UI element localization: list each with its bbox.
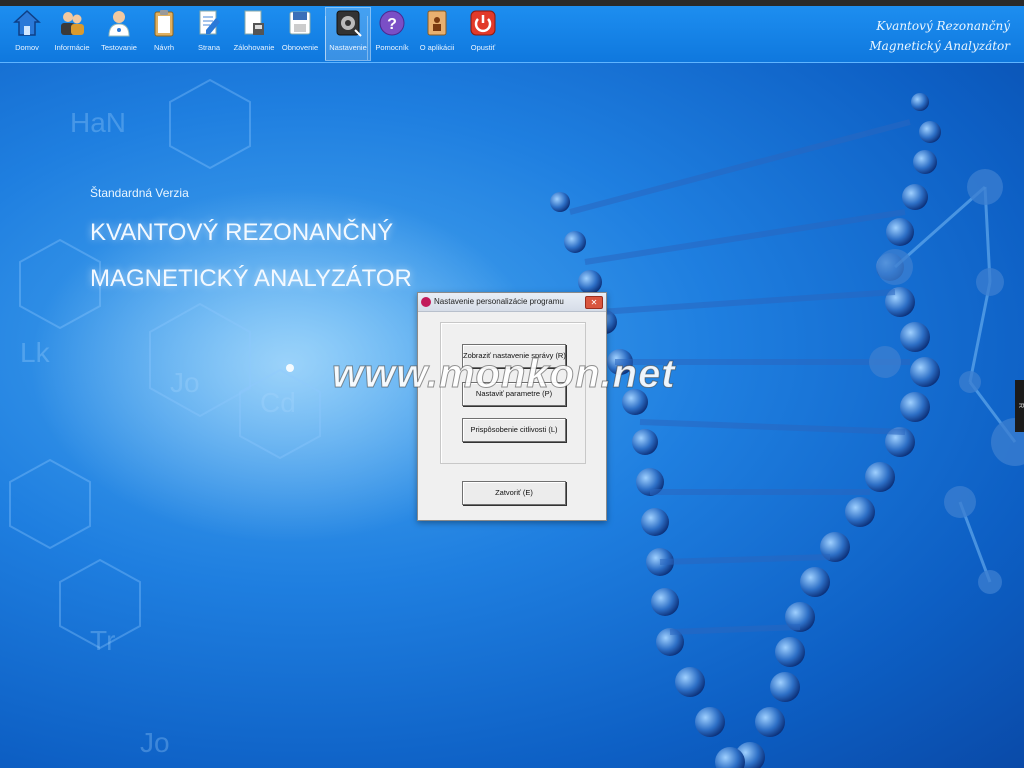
svg-text:Jo: Jo xyxy=(140,727,170,758)
settings-icon xyxy=(336,10,362,37)
edition-label: Štandardná Verzia xyxy=(90,186,189,200)
main-toolbar: Domov Informácie Testovanie Návrh Strana… xyxy=(0,6,1024,63)
svg-text:Jo: Jo xyxy=(170,367,200,398)
clipboard-icon xyxy=(154,10,174,37)
hero-title-line-1: KVANTOVÝ REZONANČNÝ xyxy=(90,219,394,246)
toolbar-home-button[interactable]: Domov xyxy=(5,8,49,60)
toolbar-exit-button[interactable]: Opustiť xyxy=(461,8,505,60)
svg-text:Cd: Cd xyxy=(260,387,296,418)
toolbar-about-label: O aplikácii xyxy=(419,43,455,52)
toolbar-backup-button[interactable]: Zálohovanie xyxy=(232,8,276,60)
brand-title: Kvantový Rezonančný Magnetický Analyzáto… xyxy=(869,16,1010,56)
toolbar-exit-label: Opustiť xyxy=(470,43,496,52)
toolbar-testing-button[interactable]: Testovanie xyxy=(97,8,141,60)
dialog-title-bar: Nastavenie personalizácie programu ✕ xyxy=(418,293,606,312)
brand-line-2: Magnetický Analyzátor xyxy=(869,39,1010,53)
dialog-title: Nastavenie personalizácie programu xyxy=(434,297,564,306)
toolbar-info-button[interactable]: Informácie xyxy=(50,8,94,60)
brand-line-1: Kvantový Rezonančný xyxy=(876,19,1010,33)
app-icon xyxy=(421,297,431,307)
restore-icon xyxy=(289,11,311,35)
backup-icon xyxy=(244,10,264,35)
toolbar-restore-label: Obnovenie xyxy=(281,43,319,52)
users-icon xyxy=(61,12,84,35)
toolbar-design-button[interactable]: Návrh xyxy=(142,8,186,60)
hero-title-line-2: MAGNETICKÝ ANALYZÁTOR xyxy=(90,265,412,292)
toolbar-settings-label: Nastavenie xyxy=(329,43,367,52)
svg-text:Tr: Tr xyxy=(90,625,115,656)
toolbar-design-label: Návrh xyxy=(153,43,174,52)
close-button[interactable]: Zatvoriť (E) xyxy=(462,481,566,505)
close-icon[interactable]: ✕ xyxy=(585,296,603,309)
doctor-icon xyxy=(108,11,130,37)
sensitivity-button[interactable]: Prispôsobenie citlivosti (L) xyxy=(462,418,566,442)
svg-text:Lk: Lk xyxy=(20,337,51,368)
help-icon: ? xyxy=(379,10,405,36)
toolbar-page-button[interactable]: Strana xyxy=(187,8,231,60)
toolbar-testing-label: Testovanie xyxy=(101,43,137,52)
toolbar-backup-label: Zálohovanie xyxy=(233,43,275,52)
toolbar-help-label: Pomocník xyxy=(375,43,409,52)
toolbar-separator xyxy=(367,16,368,60)
hero-title: KVANTOVÝ REZONANČNÝ MAGNETICKÝ ANALYZÁTO… xyxy=(90,210,412,302)
settings-dialog: Nastavenie personalizácie programu ✕ Zob… xyxy=(417,292,607,521)
about-icon xyxy=(427,10,447,36)
toolbar-help-button[interactable]: ? Pomocník xyxy=(370,8,414,60)
svg-text:?: ? xyxy=(387,16,397,33)
watermark: www.monkon.net xyxy=(332,352,676,397)
toolbar-info-label: Informácie xyxy=(54,43,90,52)
power-icon xyxy=(470,10,496,36)
svg-text:HaN: HaN xyxy=(70,107,126,138)
toolbar-restore-button[interactable]: Obnovenie xyxy=(278,8,322,60)
toolbar-settings-button[interactable]: Nastavenie xyxy=(325,7,371,61)
side-tab[interactable]: R xyxy=(1015,380,1024,432)
toolbar-about-button[interactable]: O aplikácii xyxy=(415,8,459,60)
edit-page-icon xyxy=(199,10,220,35)
toolbar-home-label: Domov xyxy=(15,43,39,52)
home-icon xyxy=(13,9,41,36)
toolbar-page-label: Strana xyxy=(197,43,221,52)
